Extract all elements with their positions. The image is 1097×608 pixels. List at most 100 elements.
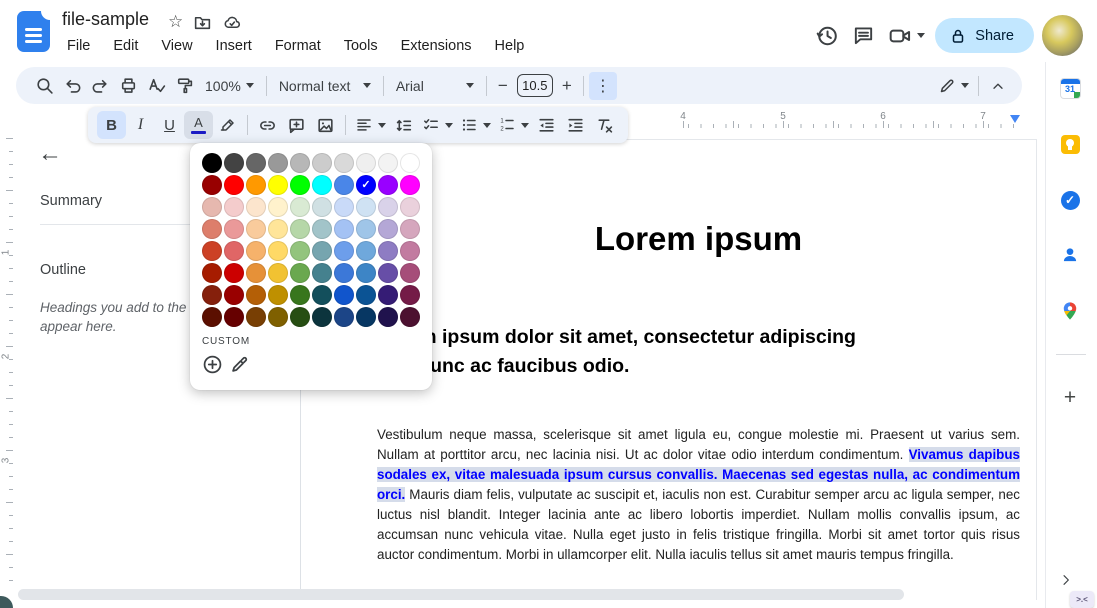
font-select[interactable]: Arial xyxy=(389,73,481,99)
color-swatch[interactable] xyxy=(268,307,288,327)
color-swatch[interactable] xyxy=(290,241,310,261)
paint-format-icon[interactable] xyxy=(170,72,198,100)
underline-button[interactable]: U xyxy=(155,111,184,139)
close-outline-panel-button[interactable]: ← xyxy=(38,140,62,168)
paragraph-style-select[interactable]: Normal text xyxy=(272,73,378,99)
doc-heading[interactable]: Lorem ipsum xyxy=(377,220,1020,258)
color-swatch[interactable] xyxy=(290,175,310,195)
color-swatch[interactable] xyxy=(334,241,354,261)
color-swatch[interactable] xyxy=(224,175,244,195)
insert-image-button[interactable] xyxy=(311,111,340,139)
color-swatch[interactable] xyxy=(334,175,354,195)
color-swatch[interactable] xyxy=(202,307,222,327)
color-swatch[interactable] xyxy=(290,263,310,283)
color-swatch[interactable] xyxy=(246,153,266,173)
decrease-font-size-button[interactable]: − xyxy=(492,76,514,96)
color-swatch[interactable] xyxy=(224,307,244,327)
color-swatch[interactable] xyxy=(202,263,222,283)
increase-indent-button[interactable] xyxy=(561,111,590,139)
color-swatch[interactable] xyxy=(400,197,420,217)
color-swatch[interactable] xyxy=(202,153,222,173)
menu-extensions[interactable]: Extensions xyxy=(396,36,477,56)
color-swatch[interactable] xyxy=(246,241,266,261)
add-custom-color-button[interactable] xyxy=(202,354,223,375)
color-swatch[interactable] xyxy=(312,197,332,217)
text-color-button[interactable]: A xyxy=(184,111,213,139)
bulleted-list-button[interactable] xyxy=(456,111,494,139)
doc-body-paragraph[interactable]: Vestibulum neque massa, scelerisque sit … xyxy=(377,425,1020,565)
decrease-indent-button[interactable] xyxy=(532,111,561,139)
color-swatch[interactable] xyxy=(202,197,222,217)
right-indent-marker[interactable] xyxy=(1010,115,1020,123)
comments-icon[interactable] xyxy=(849,22,877,50)
expand-side-panel-button[interactable] xyxy=(1054,568,1078,592)
color-swatch[interactable] xyxy=(400,241,420,261)
color-swatch[interactable] xyxy=(400,263,420,283)
font-size-input[interactable]: 10.5 xyxy=(517,74,553,97)
line-spacing-button[interactable] xyxy=(389,111,418,139)
color-swatch[interactable] xyxy=(224,241,244,261)
color-swatch[interactable] xyxy=(356,241,376,261)
zoom-select[interactable]: 100% xyxy=(198,73,261,99)
color-swatch[interactable] xyxy=(400,219,420,239)
google-tasks-icon[interactable]: ✓ xyxy=(1059,189,1081,211)
spell-check-icon[interactable] xyxy=(142,72,170,100)
color-swatch[interactable] xyxy=(246,175,266,195)
color-swatch[interactable] xyxy=(356,197,376,217)
eyedropper-icon[interactable] xyxy=(229,354,250,375)
more-toolbar-options-button[interactable]: ⋮ xyxy=(589,72,617,100)
doc-subtitle[interactable]: Lorem ipsum dolor sit amet, consectetur … xyxy=(377,323,1032,381)
menu-format[interactable]: Format xyxy=(270,36,326,56)
menu-edit[interactable]: Edit xyxy=(108,36,143,56)
color-swatch[interactable] xyxy=(202,175,222,195)
color-swatch[interactable] xyxy=(334,263,354,283)
google-docs-logo-icon[interactable] xyxy=(17,11,50,52)
print-icon[interactable] xyxy=(114,72,142,100)
color-swatch[interactable] xyxy=(246,219,266,239)
color-swatch[interactable] xyxy=(378,241,398,261)
redo-icon[interactable] xyxy=(86,72,114,100)
color-swatch[interactable] xyxy=(268,197,288,217)
cloud-saved-icon[interactable] xyxy=(222,13,242,32)
color-swatch[interactable] xyxy=(290,285,310,305)
increase-font-size-button[interactable]: + xyxy=(556,76,578,96)
align-button[interactable] xyxy=(351,111,389,139)
google-maps-icon[interactable] xyxy=(1059,300,1081,322)
share-button[interactable]: Share xyxy=(935,18,1034,53)
google-keep-icon[interactable] xyxy=(1059,133,1081,155)
menu-tools[interactable]: Tools xyxy=(339,36,383,56)
add-comment-button[interactable] xyxy=(282,111,311,139)
color-swatch[interactable] xyxy=(334,197,354,217)
hide-menus-button[interactable] xyxy=(984,72,1012,100)
color-swatch[interactable] xyxy=(246,285,266,305)
color-swatch[interactable] xyxy=(268,285,288,305)
color-swatch[interactable] xyxy=(334,219,354,239)
color-swatch[interactable] xyxy=(312,285,332,305)
color-swatch[interactable] xyxy=(268,175,288,195)
editing-mode-button[interactable] xyxy=(933,72,973,100)
color-swatch[interactable] xyxy=(290,197,310,217)
color-swatch[interactable] xyxy=(378,197,398,217)
star-icon[interactable]: ☆ xyxy=(168,12,183,32)
color-swatch[interactable] xyxy=(312,153,332,173)
color-swatch[interactable] xyxy=(400,153,420,173)
menu-insert[interactable]: Insert xyxy=(211,36,257,56)
google-calendar-icon[interactable]: 31 xyxy=(1059,77,1081,99)
color-swatch[interactable] xyxy=(202,219,222,239)
color-swatch[interactable] xyxy=(268,263,288,283)
color-swatch[interactable] xyxy=(400,175,420,195)
video-call-icon[interactable] xyxy=(885,22,927,50)
color-swatch[interactable] xyxy=(312,219,332,239)
color-swatch[interactable] xyxy=(312,175,332,195)
color-swatch[interactable] xyxy=(202,285,222,305)
color-swatch[interactable] xyxy=(400,307,420,327)
numbered-list-button[interactable]: 12 xyxy=(494,111,532,139)
clear-formatting-button[interactable] xyxy=(590,111,619,139)
horizontal-scrollbar[interactable] xyxy=(18,589,904,600)
color-swatch[interactable] xyxy=(290,219,310,239)
color-swatch[interactable] xyxy=(356,263,376,283)
color-swatch[interactable] xyxy=(268,219,288,239)
color-swatch[interactable] xyxy=(312,307,332,327)
highlight-color-button[interactable] xyxy=(213,111,242,139)
menu-view[interactable]: View xyxy=(156,36,197,56)
